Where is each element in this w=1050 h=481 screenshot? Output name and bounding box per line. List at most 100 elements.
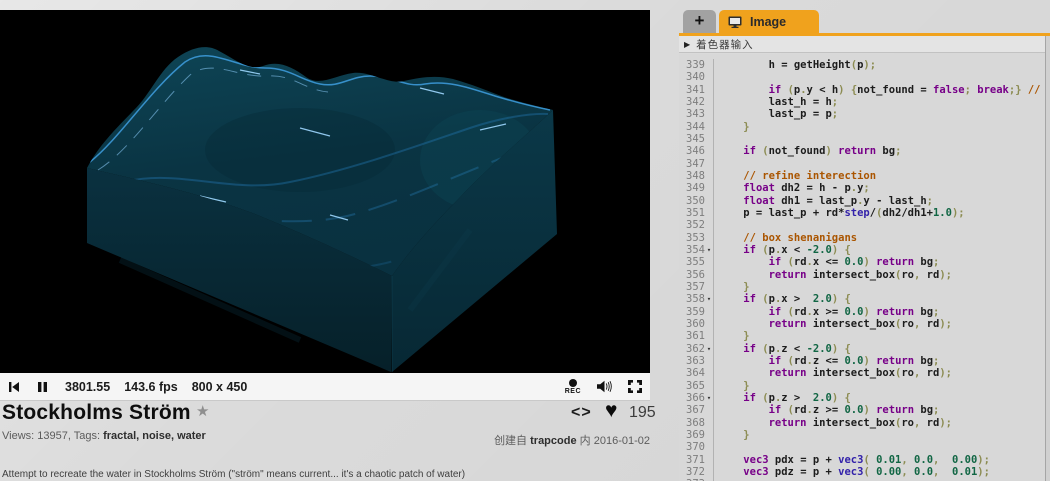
code-line[interactable]: 353 // box shenanigans (679, 231, 1045, 244)
code-line[interactable]: 346 if (not_found) return bg; (679, 145, 1045, 158)
code-text: if (p.x > 2.0) { (713, 293, 1045, 306)
code-line[interactable]: 360 return intersect_box(ro, rd); (679, 317, 1045, 331)
add-tab-button[interactable]: + (683, 10, 716, 33)
shader-canvas[interactable] (0, 10, 650, 373)
record-button[interactable]: REC (565, 378, 581, 395)
code-line[interactable]: 348 // refine interection (679, 169, 1045, 183)
code-line[interactable]: 341 if (p.y < h) {not_found = false; bre… (679, 83, 1045, 96)
code-line[interactable]: 343 last_p = p; (679, 108, 1045, 121)
line-number: 358 (686, 293, 705, 306)
fold-arrow-icon[interactable]: ▾ (705, 392, 713, 404)
author-link[interactable]: trapcode (530, 435, 576, 447)
code-line[interactable]: 345 (679, 132, 1045, 146)
code-text (713, 132, 1045, 146)
pause-button[interactable] (37, 381, 48, 393)
code-line[interactable]: 361 } (679, 330, 1045, 343)
code-line[interactable]: 354 ▾ if (p.x < -2.0) { (679, 243, 1045, 257)
code-line[interactable]: 349 float dh2 = h - p.y; (679, 182, 1045, 195)
tab-image[interactable]: Image (719, 10, 819, 33)
code-lines: 339 h = getHeight(p); 340 341 if (p.y < h)… (679, 54, 1045, 481)
volume-button[interactable] (596, 380, 612, 393)
fold-arrow-icon[interactable]: ▾ (705, 343, 713, 355)
views-and-tags: Views: 13957, Tags: fractal, noise, wate… (2, 430, 206, 442)
code-line[interactable]: 347 (679, 157, 1045, 170)
shader-inputs-toggle[interactable]: ▶ 着色器输入 (679, 36, 1050, 53)
code-line[interactable]: 362 ▾ if (p.z < -2.0) { (679, 342, 1045, 355)
code-line[interactable]: 369 } (679, 428, 1045, 442)
playback-time[interactable]: 3801.55 (65, 380, 110, 394)
fold-arrow-icon[interactable]: ▾ (705, 244, 713, 256)
code-text (713, 71, 1045, 84)
line-number: 350 (686, 194, 705, 207)
code-line[interactable]: 367 if (rd.z >= 0.0) return bg; (679, 404, 1045, 417)
line-number: 347 (686, 157, 705, 170)
code-text: float dh1 = last_p.y - last_h; (713, 194, 1045, 207)
code-line[interactable]: 363 if (rd.z <= 0.0) return bg; (679, 354, 1045, 368)
code-text: } (713, 120, 1045, 133)
code-text: if (p.x < -2.0) { (713, 243, 1045, 257)
code-line[interactable]: 371 vec3 pdx = p + vec3( 0.01, 0.0, 0.00… (679, 453, 1045, 466)
like-count: 195 (629, 404, 656, 421)
line-number: 359 (686, 305, 705, 318)
line-number: 341 (686, 83, 705, 96)
tag-links[interactable]: fractal, noise, water (103, 430, 206, 442)
fold-arrow-icon[interactable]: ▾ (705, 293, 713, 305)
code-text: if (p.z < -2.0) { (713, 342, 1045, 355)
code-text: vec3 pdx = p + vec3( 0.01, 0.0, 0.00); (713, 453, 1045, 466)
embed-button[interactable]: <> (571, 404, 592, 422)
water-render (0, 10, 650, 373)
code-text: if (p.z > 2.0) { (713, 391, 1045, 405)
code-line[interactable]: 370 (679, 441, 1045, 454)
code-line[interactable]: 356 return intersect_box(ro, rd); (679, 268, 1045, 281)
code-line[interactable]: 368 return intersect_box(ro, rd); (679, 416, 1045, 429)
line-number: 357 (686, 280, 705, 293)
code-line[interactable]: 351 p = last_p + rd*step/(dh2/dh1+1.0); (679, 206, 1045, 220)
line-number: 354 (686, 243, 705, 256)
code-line[interactable]: 355 if (rd.x <= 0.0) return bg; (679, 256, 1045, 269)
code-line[interactable]: 357 } (679, 280, 1045, 294)
code-line[interactable]: 340 (679, 71, 1045, 84)
shader-header: Stockholms Ström ★ <> ♥ 195 (0, 399, 656, 427)
line-number: 349 (686, 182, 705, 195)
code-line[interactable]: 358 ▾ if (p.x > 2.0) { (679, 293, 1045, 306)
like-heart-icon[interactable]: ♥ (605, 399, 617, 423)
code-line[interactable]: 359 if (rd.x >= 0.0) return bg; (679, 305, 1045, 318)
line-number: 352 (686, 219, 705, 232)
rewind-button[interactable] (8, 381, 20, 393)
publish-date: 2016-01-02 (593, 435, 650, 447)
code-line[interactable]: 372 vec3 pdz = p + vec3( 0.00, 0.0, 0.01… (679, 465, 1045, 479)
code-line[interactable]: 339 h = getHeight(p); (679, 59, 1045, 72)
code-line[interactable]: 342 last_h = h; (679, 95, 1045, 109)
code-line[interactable]: 352 (679, 219, 1045, 232)
code-editor[interactable]: 339 h = getHeight(p); 340 341 if (p.y < h)… (679, 54, 1045, 481)
code-text: return intersect_box(ro, rd); (713, 268, 1045, 281)
resolution-label: 800 x 450 (191, 379, 248, 394)
byline: 创建自 trapcode 内 2016-01-02 (494, 432, 650, 448)
favorite-star-icon[interactable]: ★ (196, 402, 209, 420)
code-line[interactable]: 344 } (679, 120, 1045, 133)
code-text: // box shenanigans (713, 231, 1045, 244)
line-number: 340 (686, 71, 705, 84)
code-line[interactable]: 366 ▾ if (p.z > 2.0) { (679, 391, 1045, 405)
code-text: if (rd.z >= 0.0) return bg; (713, 404, 1045, 417)
code-line[interactable]: 350 float dh1 = last_p.y - last_h; (679, 194, 1045, 207)
fullscreen-button[interactable] (628, 380, 642, 393)
line-number: 344 (686, 120, 705, 133)
line-number: 346 (686, 145, 705, 158)
code-line[interactable]: 364 return intersect_box(ro, rd); (679, 367, 1045, 380)
shader-inputs-label: 着色器输入 (696, 38, 754, 51)
editor-scrollbar[interactable] (1045, 36, 1050, 481)
code-line[interactable]: 365 } (679, 379, 1045, 392)
